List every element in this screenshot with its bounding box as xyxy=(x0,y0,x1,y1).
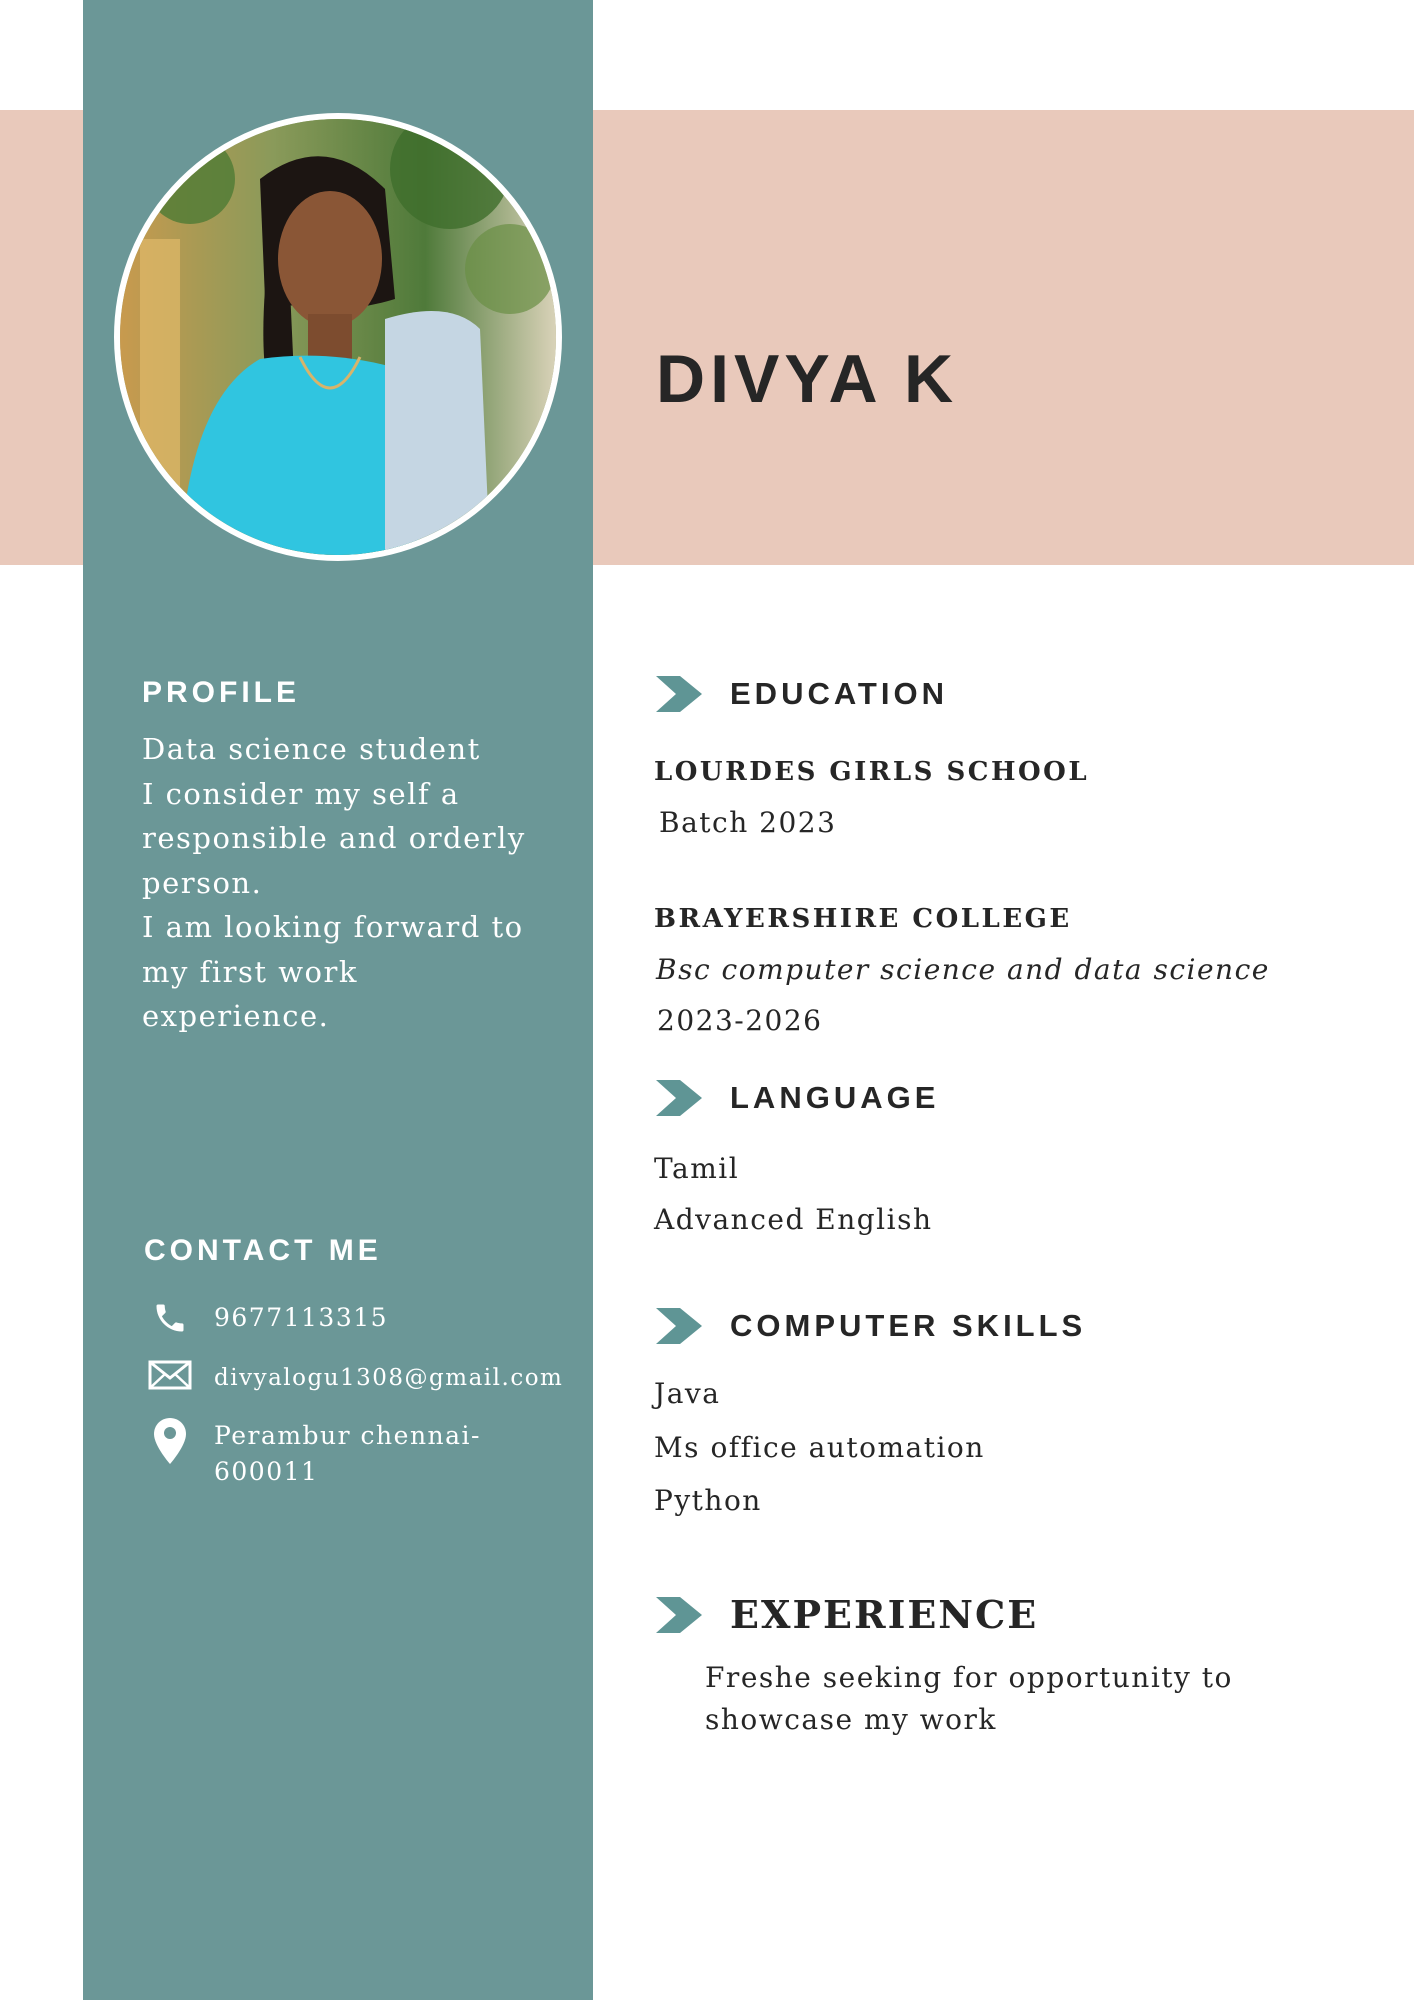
address-line: Perambur chennai- xyxy=(214,1421,482,1450)
address-line: 600011 xyxy=(214,1457,319,1486)
contact-address: Perambur chennai- 600011 xyxy=(214,1418,481,1490)
college-years: 2023-2026 xyxy=(657,1004,823,1037)
school-name: LOURDES GIRLS SCHOOL xyxy=(654,757,1090,787)
skill-item: Ms office automation xyxy=(654,1431,985,1464)
mail-icon xyxy=(142,1360,198,1400)
education-heading: EDUCATION xyxy=(730,676,948,711)
profile-line: Data science student xyxy=(142,732,481,766)
phone-icon xyxy=(142,1300,198,1340)
experience-line: showcase my work xyxy=(705,1703,997,1736)
profile-line: person. xyxy=(142,865,263,900)
profile-line: responsible and orderly xyxy=(142,821,526,855)
contact-phone[interactable]: 9677113315 xyxy=(214,1300,388,1336)
language-item: Advanced English xyxy=(654,1203,933,1236)
college-name: BRAYERSHIRE COLLEGE xyxy=(654,904,1072,934)
profile-line: I consider my self a xyxy=(142,776,460,811)
skill-item: Python xyxy=(654,1484,762,1517)
location-pin-icon xyxy=(142,1418,198,1466)
language-item: Tamil xyxy=(654,1152,740,1185)
profile-line: I am looking forward to xyxy=(142,910,524,944)
profile-heading: PROFILE xyxy=(142,676,301,709)
experience-heading-row: EXPERIENCE xyxy=(656,1592,1038,1637)
education-heading-row: EDUCATION xyxy=(656,676,948,712)
college-course: Bsc computer science and data science xyxy=(656,953,1270,986)
contact-heading: CONTACT ME xyxy=(144,1234,382,1267)
chevron-right-icon xyxy=(656,1308,702,1344)
skills-heading: COMPUTER SKILLS xyxy=(730,1308,1087,1343)
language-heading: LANGUAGE xyxy=(730,1080,940,1115)
school-batch: Batch 2023 xyxy=(659,806,837,839)
chevron-right-icon xyxy=(656,1596,702,1633)
profile-text: Data science student I consider my self … xyxy=(142,727,526,1039)
profile-line: experience. xyxy=(142,999,330,1033)
contact-email-row: divyalogu1308@gmail.com xyxy=(142,1360,563,1400)
profile-photo xyxy=(114,113,562,561)
contact-phone-row: 9677113315 xyxy=(142,1300,388,1340)
language-heading-row: LANGUAGE xyxy=(656,1080,939,1116)
skill-item: Java xyxy=(654,1377,721,1410)
chevron-right-icon xyxy=(656,1080,702,1116)
contact-address-row: Perambur chennai- 600011 xyxy=(142,1418,481,1490)
experience-heading: EXPERIENCE xyxy=(730,1592,1039,1637)
chevron-right-icon xyxy=(656,676,702,712)
experience-line: Freshe seeking for opportunity to xyxy=(705,1661,1233,1694)
profile-line: my first work xyxy=(142,954,358,989)
contact-email[interactable]: divyalogu1308@gmail.com xyxy=(214,1360,563,1396)
candidate-name: DIVYA K xyxy=(656,341,959,417)
skills-heading-row: COMPUTER SKILLS xyxy=(656,1308,1086,1344)
